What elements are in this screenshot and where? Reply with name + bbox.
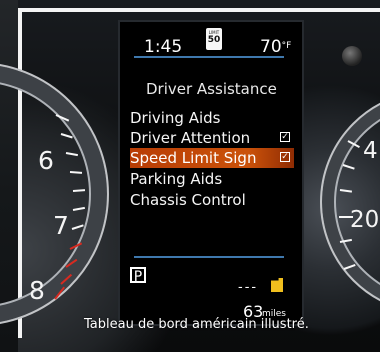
outside-temperature: 70°F: [260, 37, 291, 57]
checked-icon[interactable]: ✓: [280, 152, 290, 162]
gauge-number-7: 7: [53, 211, 69, 240]
driver-display: 1:45 LIMIT 50 70°F Driver Assistance Dri…: [118, 20, 304, 326]
menu-item-label: Speed Limit Sign: [130, 149, 257, 167]
instrument-knob: [342, 46, 362, 66]
top-divider: [134, 56, 284, 58]
speedometer-gauge: [0, 62, 109, 326]
gear-indicator: P: [130, 267, 146, 285]
gauge-number-4: 4: [363, 138, 378, 164]
bottom-divider: [134, 256, 284, 258]
gauge-number-6: 6: [38, 146, 54, 175]
menu-item-driving-aids[interactable]: Driving Aids: [130, 108, 294, 128]
menu-item-driver-attention[interactable]: Driver Attention ✓: [130, 128, 294, 148]
menu-item-speed-limit-sign[interactable]: Speed Limit Sign ✓: [130, 148, 294, 168]
menu-item-parking-aids[interactable]: Parking Aids: [130, 169, 294, 189]
temperature-unit: °F: [281, 41, 292, 51]
temperature-value: 70: [260, 37, 282, 57]
right-gauge: [320, 90, 380, 314]
fuel-economy-placeholder: ---: [238, 280, 259, 295]
image-caption: Tableau de bord américain illustré.: [84, 317, 309, 332]
speed-limit-value: 50: [207, 35, 221, 45]
menu-item-label: Driver Attention: [130, 129, 251, 147]
gauge-number-20: 20: [350, 207, 380, 233]
menu-item-label: Chassis Control: [130, 191, 246, 209]
gauge-number-8: 8: [29, 276, 45, 305]
photo-border-top: [18, 8, 380, 12]
clock: 1:45: [144, 37, 183, 57]
speed-limit-sign-icon: LIMIT 50: [206, 28, 222, 50]
dashboard-photo: 6 7 8 4 20 1:45 LIMIT 50 70°F Driver Ass…: [0, 0, 380, 352]
menu-item-label: Parking Aids: [130, 170, 223, 188]
fuel-pump-icon: [271, 278, 283, 292]
checked-icon[interactable]: ✓: [280, 132, 290, 142]
menu-item-label: Driving Aids: [130, 109, 221, 127]
menu-title: Driver Assistance: [146, 80, 277, 98]
menu-item-chassis-control[interactable]: Chassis Control: [130, 190, 294, 210]
